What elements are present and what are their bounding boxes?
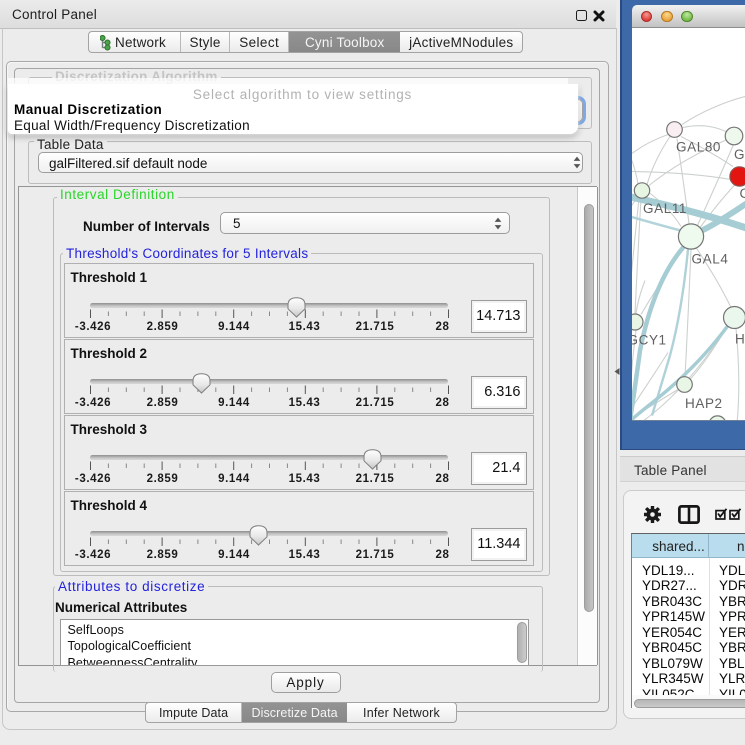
svg-text:GCY1: GCY1	[632, 332, 667, 347]
svg-text:GAL2: GAL2	[734, 147, 745, 162]
svg-text:GAL4: GAL4	[692, 251, 729, 266]
svg-text:GAL80: GAL80	[676, 139, 721, 154]
svg-text:HAP2: HAP2	[685, 396, 723, 411]
svg-text:CYC: CYC	[740, 186, 745, 201]
svg-text:GAL11: GAL11	[643, 201, 687, 216]
svg-text:HS: HS	[735, 331, 745, 346]
